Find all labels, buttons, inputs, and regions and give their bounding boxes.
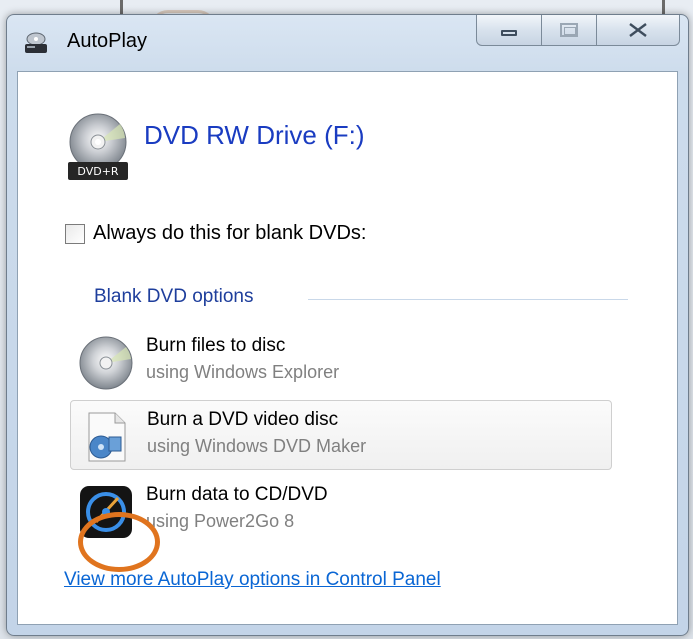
close-button[interactable] — [597, 15, 680, 46]
option-subtitle: using Windows DVD Maker — [147, 436, 367, 456]
title-bar[interactable]: AutoPlay — [7, 15, 688, 71]
option-burn-files[interactable]: Burn files to disc using Windows Explore… — [70, 327, 610, 395]
option-subtitle: using Windows Explorer — [146, 362, 340, 382]
dvd-disc-icon: DVD+R — [68, 112, 130, 182]
option-title: Burn data to CD/DVD — [146, 484, 328, 505]
always-do-this-label: Always do this for blank DVDs: — [93, 222, 367, 244]
dvd-maker-icon — [79, 409, 135, 465]
device-name: DVD RW Drive (F:) — [144, 120, 365, 150]
always-do-this-checkbox[interactable] — [65, 223, 85, 244]
window-title: AutoPlay — [67, 30, 148, 52]
annotation-circle — [78, 512, 160, 572]
disc-icon — [78, 335, 134, 391]
dvd-badge-label: DVD+R — [77, 165, 118, 178]
close-icon — [629, 23, 647, 37]
option-title: Burn a DVD video disc — [147, 409, 339, 430]
autoplay-icon — [23, 30, 49, 56]
option-title: Burn files to disc — [146, 335, 286, 356]
option-burn-dvd-video[interactable]: Burn a DVD video disc using Windows DVD … — [70, 400, 612, 470]
dialog-content: DVD+R DVD RW Drive (F:) Always do this f… — [17, 71, 678, 625]
control-panel-link[interactable]: View more AutoPlay options in Control Pa… — [64, 569, 441, 591]
always-do-this-row[interactable]: Always do this for blank DVDs: — [65, 222, 366, 245]
maximize-button[interactable] — [542, 15, 597, 46]
group-divider — [308, 299, 628, 300]
caption-buttons — [476, 15, 680, 47]
maximize-icon — [560, 23, 578, 37]
option-subtitle: using Power2Go 8 — [146, 511, 295, 531]
group-header: Blank DVD options — [94, 286, 254, 307]
minimize-button[interactable] — [476, 15, 542, 46]
minimize-icon — [501, 30, 517, 36]
autoplay-window: AutoPlay DVD+R DVD RW Drive (F:) Always … — [6, 14, 689, 636]
